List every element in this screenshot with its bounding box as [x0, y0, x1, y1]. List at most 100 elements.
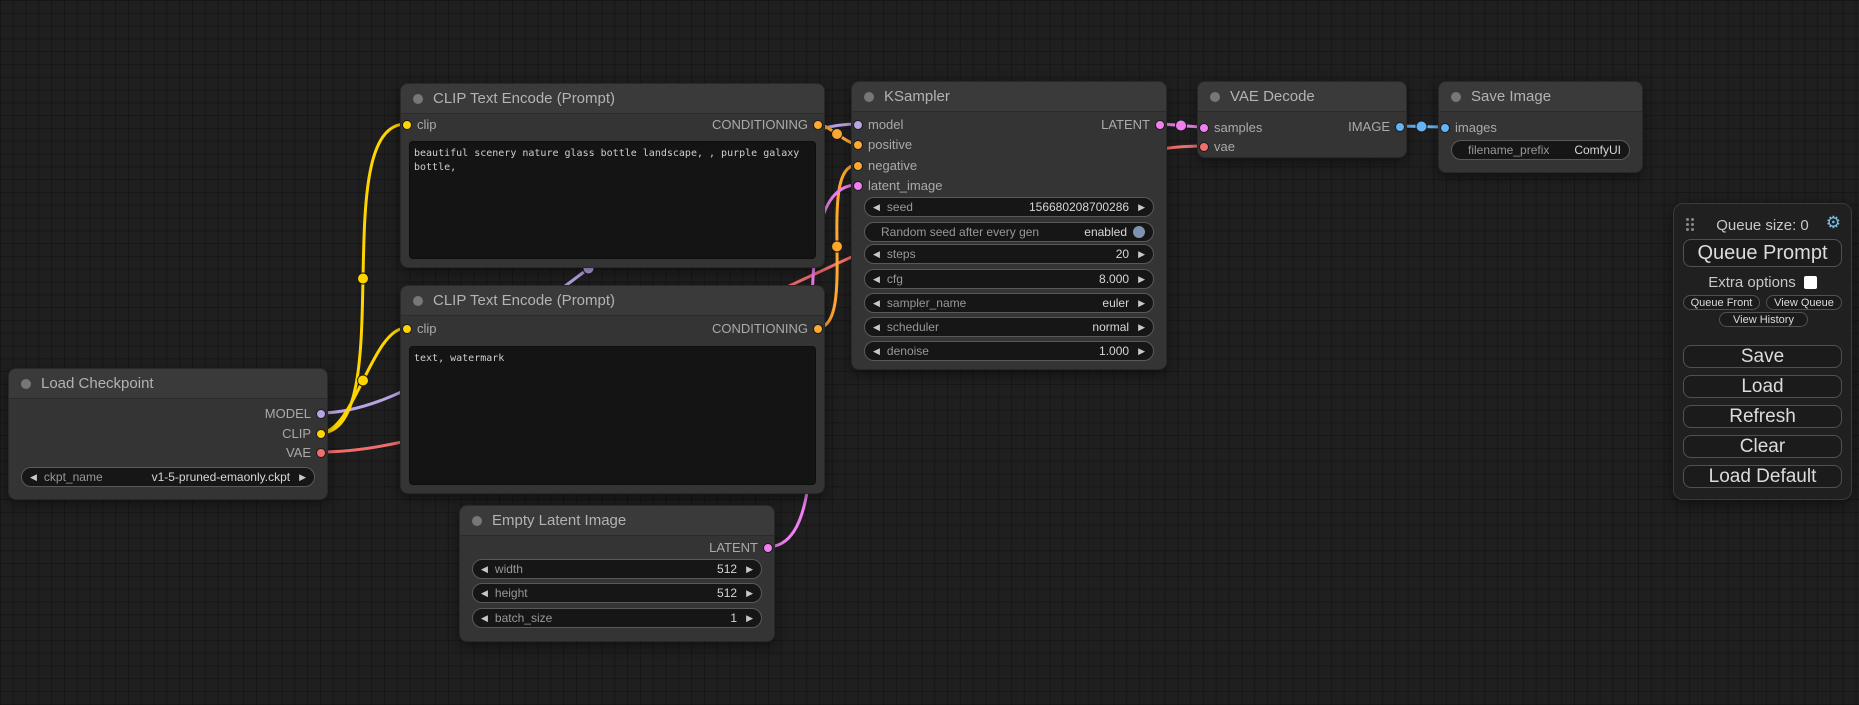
collapse-dot-icon[interactable] — [1451, 92, 1461, 102]
decrement-arrow-icon[interactable]: ◀ — [873, 293, 880, 313]
node-title-bar[interactable]: VAE Decode — [1198, 82, 1406, 112]
collapse-dot-icon[interactable] — [21, 379, 31, 389]
increment-arrow-icon[interactable]: ▶ — [1138, 317, 1145, 337]
node-vae-decode[interactable]: VAE DecodesamplesvaeIMAGE — [1197, 81, 1407, 158]
increment-arrow-icon[interactable]: ▶ — [1138, 293, 1145, 313]
increment-arrow-icon[interactable]: ▶ — [1138, 269, 1145, 289]
increment-arrow-icon[interactable]: ▶ — [1138, 197, 1145, 217]
extra-options-checkbox[interactable] — [1804, 276, 1817, 289]
node-title-bar[interactable]: KSampler — [852, 82, 1166, 112]
increment-arrow-icon[interactable]: ▶ — [746, 583, 753, 603]
input-port-images-dot[interactable] — [1440, 123, 1450, 133]
input-port-samples-dot[interactable] — [1199, 123, 1209, 133]
increment-arrow-icon[interactable]: ▶ — [299, 467, 306, 487]
output-port-MODEL-dot[interactable] — [316, 409, 326, 419]
clear-button[interactable]: Clear — [1683, 435, 1842, 458]
output-port-LATENT-label: LATENT — [1101, 117, 1150, 133]
collapse-dot-icon[interactable] — [472, 516, 482, 526]
output-port-LATENT-dot[interactable] — [1155, 120, 1165, 130]
node-ksampler[interactable]: KSamplermodelpositivenegativelatent_imag… — [851, 81, 1167, 370]
load-default-button[interactable]: Load Default — [1683, 465, 1842, 488]
decrement-arrow-icon[interactable]: ◀ — [481, 559, 488, 579]
widget-filename_prefix[interactable]: filename_prefixComfyUI — [1451, 140, 1630, 160]
input-port-negative-dot[interactable] — [853, 161, 863, 171]
output-port-IMAGE-dot[interactable] — [1395, 122, 1405, 132]
node-clip-encode-2[interactable]: CLIP Text Encode (Prompt)clipCONDITIONIN… — [400, 285, 825, 494]
prompt-textarea[interactable]: beautiful scenery nature glass bottle la… — [409, 141, 816, 259]
node-title: CLIP Text Encode (Prompt) — [433, 90, 615, 107]
increment-arrow-icon[interactable]: ▶ — [746, 608, 753, 628]
node-title-bar[interactable]: CLIP Text Encode (Prompt) — [401, 84, 824, 114]
output-port-MODEL-label: MODEL — [265, 406, 311, 422]
node-title: KSampler — [884, 88, 950, 105]
node-empty-latent[interactable]: Empty Latent ImageLATENT◀width512▶◀heigh… — [459, 505, 775, 642]
save-button[interactable]: Save — [1683, 345, 1842, 368]
collapse-dot-icon[interactable] — [413, 94, 423, 104]
decrement-arrow-icon[interactable]: ◀ — [30, 467, 37, 487]
node-load-checkpoint[interactable]: Load CheckpointMODELCLIPVAE◀ckpt_namev1-… — [8, 368, 328, 500]
output-port-LATENT-dot[interactable] — [763, 543, 773, 553]
input-port-vae-dot[interactable] — [1199, 142, 1209, 152]
decrement-arrow-icon[interactable]: ◀ — [481, 583, 488, 603]
input-port-latent_image-dot[interactable] — [853, 181, 863, 191]
widget-scheduler[interactable]: ◀schedulernormal▶ — [864, 317, 1154, 337]
decrement-arrow-icon[interactable]: ◀ — [873, 197, 880, 217]
decrement-arrow-icon[interactable]: ◀ — [873, 341, 880, 361]
node-clip-encode-1[interactable]: CLIP Text Encode (Prompt)clipCONDITIONIN… — [400, 83, 825, 268]
widget-label: ckpt_name — [44, 470, 103, 484]
input-port-positive-dot[interactable] — [853, 140, 863, 150]
widget-label: Random seed after every gen — [881, 225, 1039, 239]
input-port-clip-dot[interactable] — [402, 324, 412, 334]
collapse-dot-icon[interactable] — [413, 296, 423, 306]
view-queue-button[interactable]: View Queue — [1766, 295, 1842, 310]
node-title-bar[interactable]: CLIP Text Encode (Prompt) — [401, 286, 824, 316]
increment-arrow-icon[interactable]: ▶ — [746, 559, 753, 579]
input-port-model-label: model — [868, 117, 903, 133]
widget-denoise[interactable]: ◀denoise1.000▶ — [864, 341, 1154, 361]
widget-cfg[interactable]: ◀cfg8.000▶ — [864, 269, 1154, 289]
node-title: VAE Decode — [1230, 88, 1315, 105]
node-save-image[interactable]: Save Imageimagesfilename_prefixComfyUI — [1438, 81, 1643, 173]
prompt-textarea[interactable]: text, watermark — [409, 346, 816, 485]
node-title-bar[interactable]: Save Image — [1439, 82, 1642, 112]
widget-height[interactable]: ◀height512▶ — [472, 583, 762, 603]
collapse-dot-icon[interactable] — [1210, 92, 1220, 102]
widget-sampler_name[interactable]: ◀sampler_nameeuler▶ — [864, 293, 1154, 313]
output-port-CONDITIONING-dot[interactable] — [813, 324, 823, 334]
output-port-LATENT-label: LATENT — [709, 540, 758, 556]
widget-value: 512 — [717, 586, 737, 600]
queue-front-button[interactable]: Queue Front — [1683, 295, 1760, 310]
increment-arrow-icon[interactable]: ▶ — [1138, 341, 1145, 361]
refresh-button[interactable]: Refresh — [1683, 405, 1842, 428]
increment-arrow-icon[interactable]: ▶ — [1138, 244, 1145, 264]
widget-width[interactable]: ◀width512▶ — [472, 559, 762, 579]
widget-label: cfg — [887, 272, 903, 286]
widget-Random seed after every gen[interactable]: Random seed after every genenabled — [864, 222, 1154, 242]
view-history-button[interactable]: View History — [1719, 312, 1808, 327]
decrement-arrow-icon[interactable]: ◀ — [873, 317, 880, 337]
output-port-CONDITIONING-dot[interactable] — [813, 120, 823, 130]
decrement-arrow-icon[interactable]: ◀ — [481, 608, 488, 628]
load-button[interactable]: Load — [1683, 375, 1842, 398]
toggle-indicator[interactable] — [1133, 226, 1145, 238]
node-title-bar[interactable]: Empty Latent Image — [460, 506, 774, 536]
input-port-clip-dot[interactable] — [402, 120, 412, 130]
node-graph-canvas[interactable]: Load CheckpointMODELCLIPVAE◀ckpt_namev1-… — [0, 0, 1859, 705]
widget-seed[interactable]: ◀seed156680208700286▶ — [864, 197, 1154, 217]
widget-steps[interactable]: ◀steps20▶ — [864, 244, 1154, 264]
extra-options-row: Extra options — [1674, 274, 1851, 290]
widget-ckpt_name[interactable]: ◀ckpt_namev1-5-pruned-emaonly.ckpt▶ — [21, 467, 315, 487]
decrement-arrow-icon[interactable]: ◀ — [873, 244, 880, 264]
widget-batch_size[interactable]: ◀batch_size1▶ — [472, 608, 762, 628]
output-port-VAE-dot[interactable] — [316, 448, 326, 458]
input-port-model-dot[interactable] — [853, 120, 863, 130]
decrement-arrow-icon[interactable]: ◀ — [873, 269, 880, 289]
queue-prompt-button[interactable]: Queue Prompt — [1683, 239, 1842, 267]
node-title-bar[interactable]: Load Checkpoint — [9, 369, 327, 399]
output-port-CLIP-dot[interactable] — [316, 429, 326, 439]
gear-icon[interactable]: ⚙ — [1826, 213, 1841, 233]
input-port-clip-label: clip — [417, 321, 437, 337]
widget-label: sampler_name — [887, 296, 966, 310]
widget-value: 156680208700286 — [1029, 200, 1129, 214]
collapse-dot-icon[interactable] — [864, 92, 874, 102]
